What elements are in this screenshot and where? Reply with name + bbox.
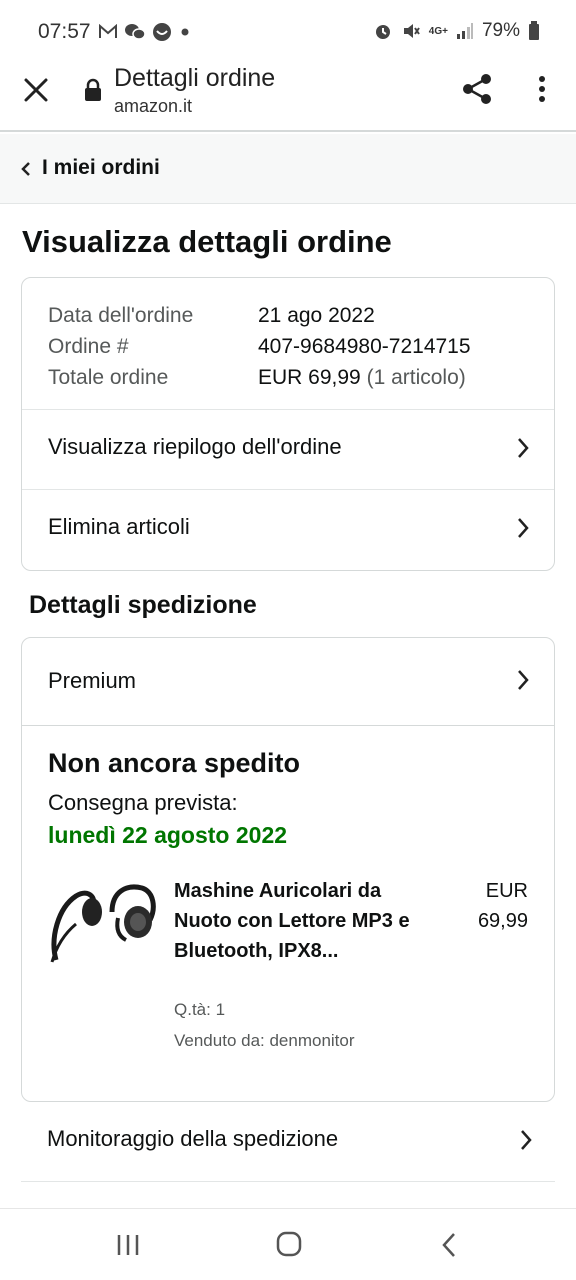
signal-icon: [456, 22, 474, 40]
delete-items-link[interactable]: Elimina articoli: [22, 489, 554, 569]
order-summary-card: Data dell'ordine 21 ago 2022 Ordine # 40…: [21, 277, 555, 571]
home-icon[interactable]: [276, 1231, 302, 1257]
expected-delivery-label: Consegna prevista:: [48, 790, 238, 815]
browser-toolbar: Dettagli ordine amazon.it: [0, 62, 576, 132]
delete-items-label: Elimina articoli: [48, 514, 190, 539]
close-icon[interactable]: [22, 76, 50, 104]
product-name[interactable]: Mashine Auricolari da Nuoto con Lettore …: [174, 876, 414, 966]
order-date-value: 21 ago 2022: [258, 304, 375, 327]
share-icon[interactable]: [460, 72, 494, 106]
breadcrumb-my-orders[interactable]: I miei ordini: [42, 156, 160, 180]
premium-service-row[interactable]: Premium: [22, 638, 554, 726]
lock-icon: [84, 78, 102, 102]
status-bar: 07:57 4G+ 79%: [0, 0, 576, 62]
order-info: Data dell'ordine 21 ago 2022 Ordine # 40…: [48, 300, 471, 393]
product-image[interactable]: [46, 878, 158, 968]
chevron-right-icon: [516, 436, 530, 460]
shipment-card: Premium Non ancora spedito Consegna prev…: [21, 637, 555, 1102]
product-price-amount: 69,99: [477, 910, 528, 932]
recent-apps-icon[interactable]: [116, 1233, 140, 1257]
shipment-status: Non ancora spedito: [48, 748, 301, 778]
shipping-details-title: Dettagli spedizione: [29, 591, 257, 619]
wechat-alt-icon: [152, 22, 172, 42]
battery-icon: [528, 21, 540, 41]
order-number-row: Ordine # 407-9684980-7214715: [48, 331, 471, 362]
track-shipment-label: Monitoraggio della spedizione: [47, 1126, 339, 1151]
order-total-amount: EUR 69,99: [258, 366, 361, 389]
chevron-right-icon: [519, 1128, 533, 1152]
battery-percent: 79%: [481, 20, 520, 41]
status-time: 07:57: [38, 20, 91, 43]
wechat-icon: [124, 23, 146, 41]
alarm-icon: [373, 21, 393, 41]
gmail-icon: [98, 24, 118, 40]
premium-service-label: Premium: [48, 668, 137, 693]
view-order-summary-link[interactable]: Visualizza riepilogo dell'ordine: [22, 409, 554, 489]
browser-title: Dettagli ordine: [114, 64, 276, 92]
order-total-row: Totale ordine EUR 69,99 (1 articolo): [48, 362, 471, 393]
product-quantity: Q.tà: 1: [174, 1000, 226, 1019]
order-number-label: Ordine #: [48, 335, 129, 358]
chevron-right-icon: [516, 668, 530, 692]
product-seller: Venduto da: denmonitor: [174, 1031, 355, 1050]
breadcrumb[interactable]: I miei ordini: [0, 134, 576, 204]
product-price-currency: EUR: [485, 880, 528, 902]
track-shipment-link[interactable]: Monitoraggio della spedizione: [21, 1102, 555, 1182]
view-order-summary-label: Visualizza riepilogo dell'ordine: [48, 434, 342, 459]
order-total-label: Totale ordine: [48, 366, 169, 389]
mute-icon: [401, 21, 421, 41]
network-label: 4G+: [428, 25, 448, 37]
order-number-value: 407-9684980-7214715: [258, 335, 471, 358]
system-navigation-bar: [0, 1208, 576, 1280]
page-title: Visualizza dettagli ordine: [22, 224, 392, 259]
chevron-left-icon: [20, 160, 32, 178]
back-icon[interactable]: [440, 1231, 458, 1259]
order-total-value: EUR 69,99 (1 articolo): [258, 362, 466, 393]
more-options-icon[interactable]: [532, 74, 552, 104]
product-price: EUR 69,99: [448, 876, 528, 936]
chevron-right-icon: [516, 516, 530, 540]
expected-delivery-date: lunedì 22 agosto 2022: [48, 822, 288, 848]
order-item-count: (1 articolo): [366, 366, 466, 389]
order-date-label: Data dell'ordine: [48, 304, 194, 327]
order-date-row: Data dell'ordine 21 ago 2022: [48, 300, 471, 331]
browser-domain: amazon.it: [114, 96, 193, 116]
dot-icon: [178, 25, 192, 39]
